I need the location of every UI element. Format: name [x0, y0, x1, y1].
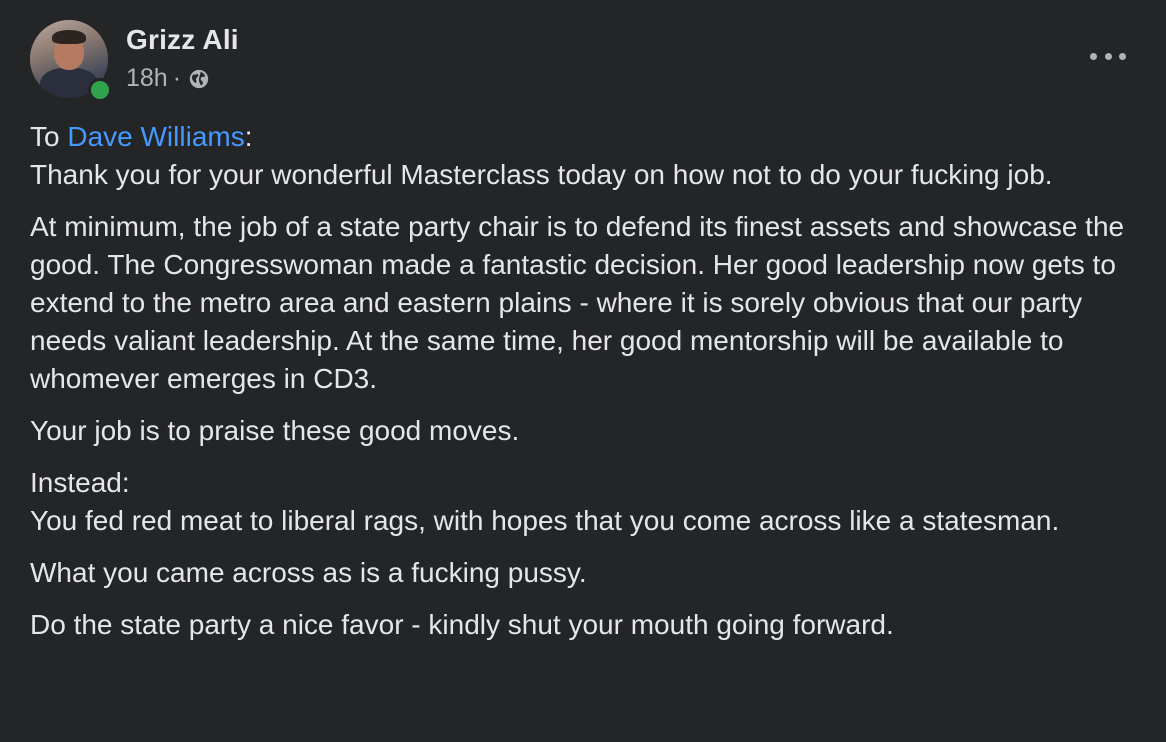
paragraph-text: Thank you for your wonderful Masterclass… — [30, 159, 1053, 190]
post-paragraph: Your job is to praise these good moves. — [30, 415, 520, 446]
salutation-suffix: : — [244, 121, 253, 152]
salutation-prefix: To — [30, 121, 68, 152]
facebook-post: Grizz Ali 18h · To Dave Williams: Thank … — [0, 0, 1166, 742]
mention-link[interactable]: Dave Williams — [67, 121, 244, 152]
paragraph-text: Instead: — [30, 467, 130, 498]
post-body: To Dave Williams: Thank you for your won… — [30, 118, 1130, 658]
author-avatar[interactable] — [30, 20, 112, 102]
post-timestamp[interactable]: 18h — [126, 64, 168, 93]
globe-icon[interactable] — [188, 68, 210, 90]
post-meta: 18h · — [126, 64, 210, 93]
meta-separator: · — [172, 64, 182, 92]
post-paragraph: Instead: You fed red meat to liberal rag… — [30, 464, 1130, 540]
post-paragraph: What you came across as is a fucking pus… — [30, 557, 587, 588]
paragraph-text: You fed red meat to liberal rags, with h… — [30, 505, 1060, 536]
post-paragraph: To Dave Williams: Thank you for your won… — [30, 118, 1130, 194]
author-name[interactable]: Grizz Ali — [126, 24, 239, 56]
online-status-indicator — [88, 78, 112, 102]
post-paragraph: At minimum, the job of a state party cha… — [30, 211, 1125, 394]
post-paragraph: Do the state party a nice favor - kindly… — [30, 609, 894, 640]
more-options-icon[interactable] — [1090, 44, 1126, 68]
